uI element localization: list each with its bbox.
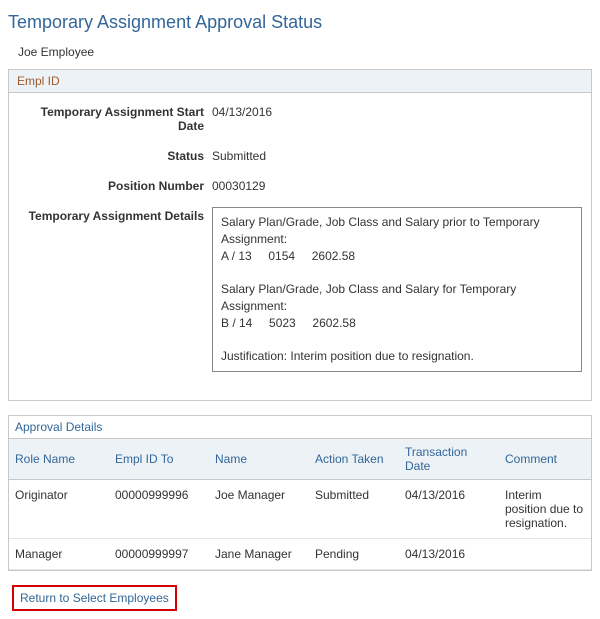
start-date-label: Temporary Assignment Start Date (17, 103, 212, 133)
approval-details-header: Approval Details (9, 416, 591, 439)
status-value: Submitted (212, 147, 266, 163)
page-title: Temporary Assignment Approval Status (8, 12, 592, 33)
field-start-date: Temporary Assignment Start Date 04/13/20… (17, 103, 583, 133)
field-status: Status Submitted (17, 147, 583, 163)
col-role-name[interactable]: Role Name (9, 439, 109, 480)
empl-id-section-header: Empl ID (9, 70, 591, 93)
cell-comment: Interim position due to resignation. (499, 480, 591, 539)
return-to-select-employees-link[interactable]: Return to Select Employees (20, 591, 169, 605)
position-number-value: 00030129 (212, 177, 265, 193)
field-details: Temporary Assignment Details Salary Plan… (17, 207, 583, 372)
table-header-row: Role Name Empl ID To Name Action Taken T… (9, 439, 591, 480)
cell-action-taken: Submitted (309, 480, 399, 539)
cell-empl-id-to: 00000999996 (109, 480, 209, 539)
cell-name: Joe Manager (209, 480, 309, 539)
cell-empl-id-to: 00000999997 (109, 539, 209, 570)
empl-id-section: Empl ID Temporary Assignment Start Date … (8, 69, 592, 401)
status-label: Status (17, 147, 212, 163)
col-empl-id-to[interactable]: Empl ID To (109, 439, 209, 480)
cell-action-taken: Pending (309, 539, 399, 570)
start-date-value: 04/13/2016 (212, 103, 272, 119)
details-label: Temporary Assignment Details (17, 207, 212, 223)
table-row: Manager 00000999997 Jane Manager Pending… (9, 539, 591, 570)
approval-details-section: Approval Details Role Name Empl ID To Na… (8, 415, 592, 571)
cell-comment (499, 539, 591, 570)
return-link-highlight: Return to Select Employees (12, 585, 177, 611)
table-row: Originator 00000999996 Joe Manager Submi… (9, 480, 591, 539)
cell-role-name: Originator (9, 480, 109, 539)
col-transaction-date[interactable]: Transaction Date (399, 439, 499, 480)
employee-name: Joe Employee (18, 45, 592, 59)
position-number-label: Position Number (17, 177, 212, 193)
cell-name: Jane Manager (209, 539, 309, 570)
empl-id-section-body: Temporary Assignment Start Date 04/13/20… (9, 93, 591, 400)
details-textbox: Salary Plan/Grade, Job Class and Salary … (212, 207, 582, 372)
cell-transaction-date: 04/13/2016 (399, 480, 499, 539)
approval-details-table: Role Name Empl ID To Name Action Taken T… (9, 439, 591, 570)
col-name[interactable]: Name (209, 439, 309, 480)
cell-transaction-date: 04/13/2016 (399, 539, 499, 570)
cell-role-name: Manager (9, 539, 109, 570)
col-comment[interactable]: Comment (499, 439, 591, 480)
field-position-number: Position Number 00030129 (17, 177, 583, 193)
col-action-taken[interactable]: Action Taken (309, 439, 399, 480)
